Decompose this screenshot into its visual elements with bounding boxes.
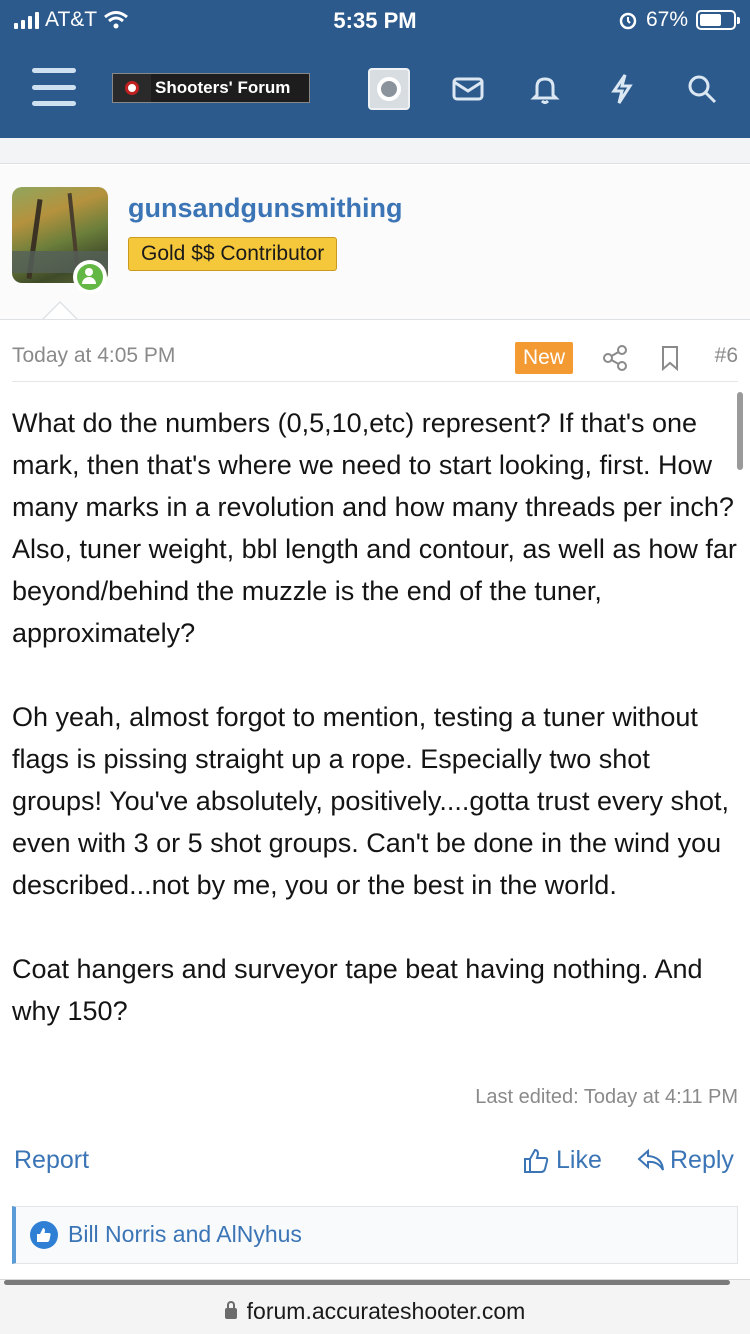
post-paragraph: What do the numbers (0,5,10,etc) represe… [12, 408, 737, 648]
bookmark-icon[interactable] [658, 344, 682, 372]
top-bar: AT&T 5:35 PM 67% Shooters' Forum [0, 0, 750, 138]
like-reaction-icon [30, 1221, 58, 1249]
post-paragraph: Coat hangers and surveyor tape beat havi… [12, 954, 703, 1026]
new-badge: New [515, 342, 574, 374]
lightning-icon[interactable] [600, 68, 644, 110]
scrollbar[interactable] [737, 392, 743, 470]
reply-arrow-icon [637, 1148, 664, 1171]
status-bar: AT&T 5:35 PM 67% [0, 0, 750, 40]
url-text-wrap[interactable]: forum.accurateshooter.com [0, 1298, 750, 1325]
post-author: gunsandgunsmithing Gold $$ Contributor [0, 165, 750, 320]
breadcrumb-bar [0, 138, 750, 164]
post-date[interactable]: Today at 4:05 PM [12, 344, 175, 368]
share-icon[interactable] [602, 344, 628, 372]
post-number[interactable]: #6 [715, 344, 738, 368]
battery-icon [696, 10, 740, 30]
reactions-bar: Bill Norris and AlNyhus [12, 1206, 738, 1264]
thumbs-up-icon [524, 1148, 549, 1173]
account-avatar-icon[interactable] [368, 68, 410, 110]
like-button[interactable]: Like [522, 1146, 602, 1175]
post-message: Today at 4:05 PM New #6 What do the numb… [0, 319, 750, 1279]
reaction-users-link[interactable]: Bill Norris and AlNyhus [68, 1221, 302, 1248]
post-body: What do the numbers (0,5,10,etc) represe… [12, 402, 740, 1032]
user-title-badge: Gold $$ Contributor [128, 237, 338, 271]
battery-fill [700, 14, 721, 26]
browser-url-bar: forum.accurateshooter.com [0, 1279, 750, 1334]
reply-button[interactable]: Reply [636, 1146, 734, 1175]
forum-nav: Shooters' Forum [0, 56, 750, 120]
inbox-icon[interactable] [446, 68, 490, 110]
url-text[interactable]: forum.accurateshooter.com [247, 1298, 526, 1324]
online-status-icon [73, 260, 107, 294]
battery-percent: 67% [645, 8, 688, 31]
author-pointer [42, 301, 78, 320]
post-actions: Report Like Reply [14, 1146, 736, 1182]
logo-text: Shooters' Forum [155, 78, 291, 97]
lock-icon [224, 1301, 237, 1319]
like-label: Like [556, 1146, 602, 1174]
post-meta: Today at 4:05 PM New #6 [12, 342, 738, 382]
target-logo-icon [113, 74, 151, 102]
alarm-icon [619, 12, 637, 30]
username-link[interactable]: gunsandgunsmithing [128, 193, 402, 224]
menu-icon[interactable] [32, 68, 76, 106]
bell-icon[interactable] [523, 68, 567, 110]
report-button[interactable]: Report [14, 1146, 89, 1175]
search-icon[interactable] [680, 68, 724, 110]
post-paragraph: Oh yeah, almost forgot to mention, testi… [12, 702, 730, 900]
page-scroll-indicator [4, 1280, 730, 1285]
forum-logo[interactable]: Shooters' Forum [112, 73, 310, 103]
status-right: 67% [618, 8, 740, 32]
last-edited: Last edited: Today at 4:11 PM [475, 1086, 738, 1108]
reply-label: Reply [670, 1146, 734, 1174]
